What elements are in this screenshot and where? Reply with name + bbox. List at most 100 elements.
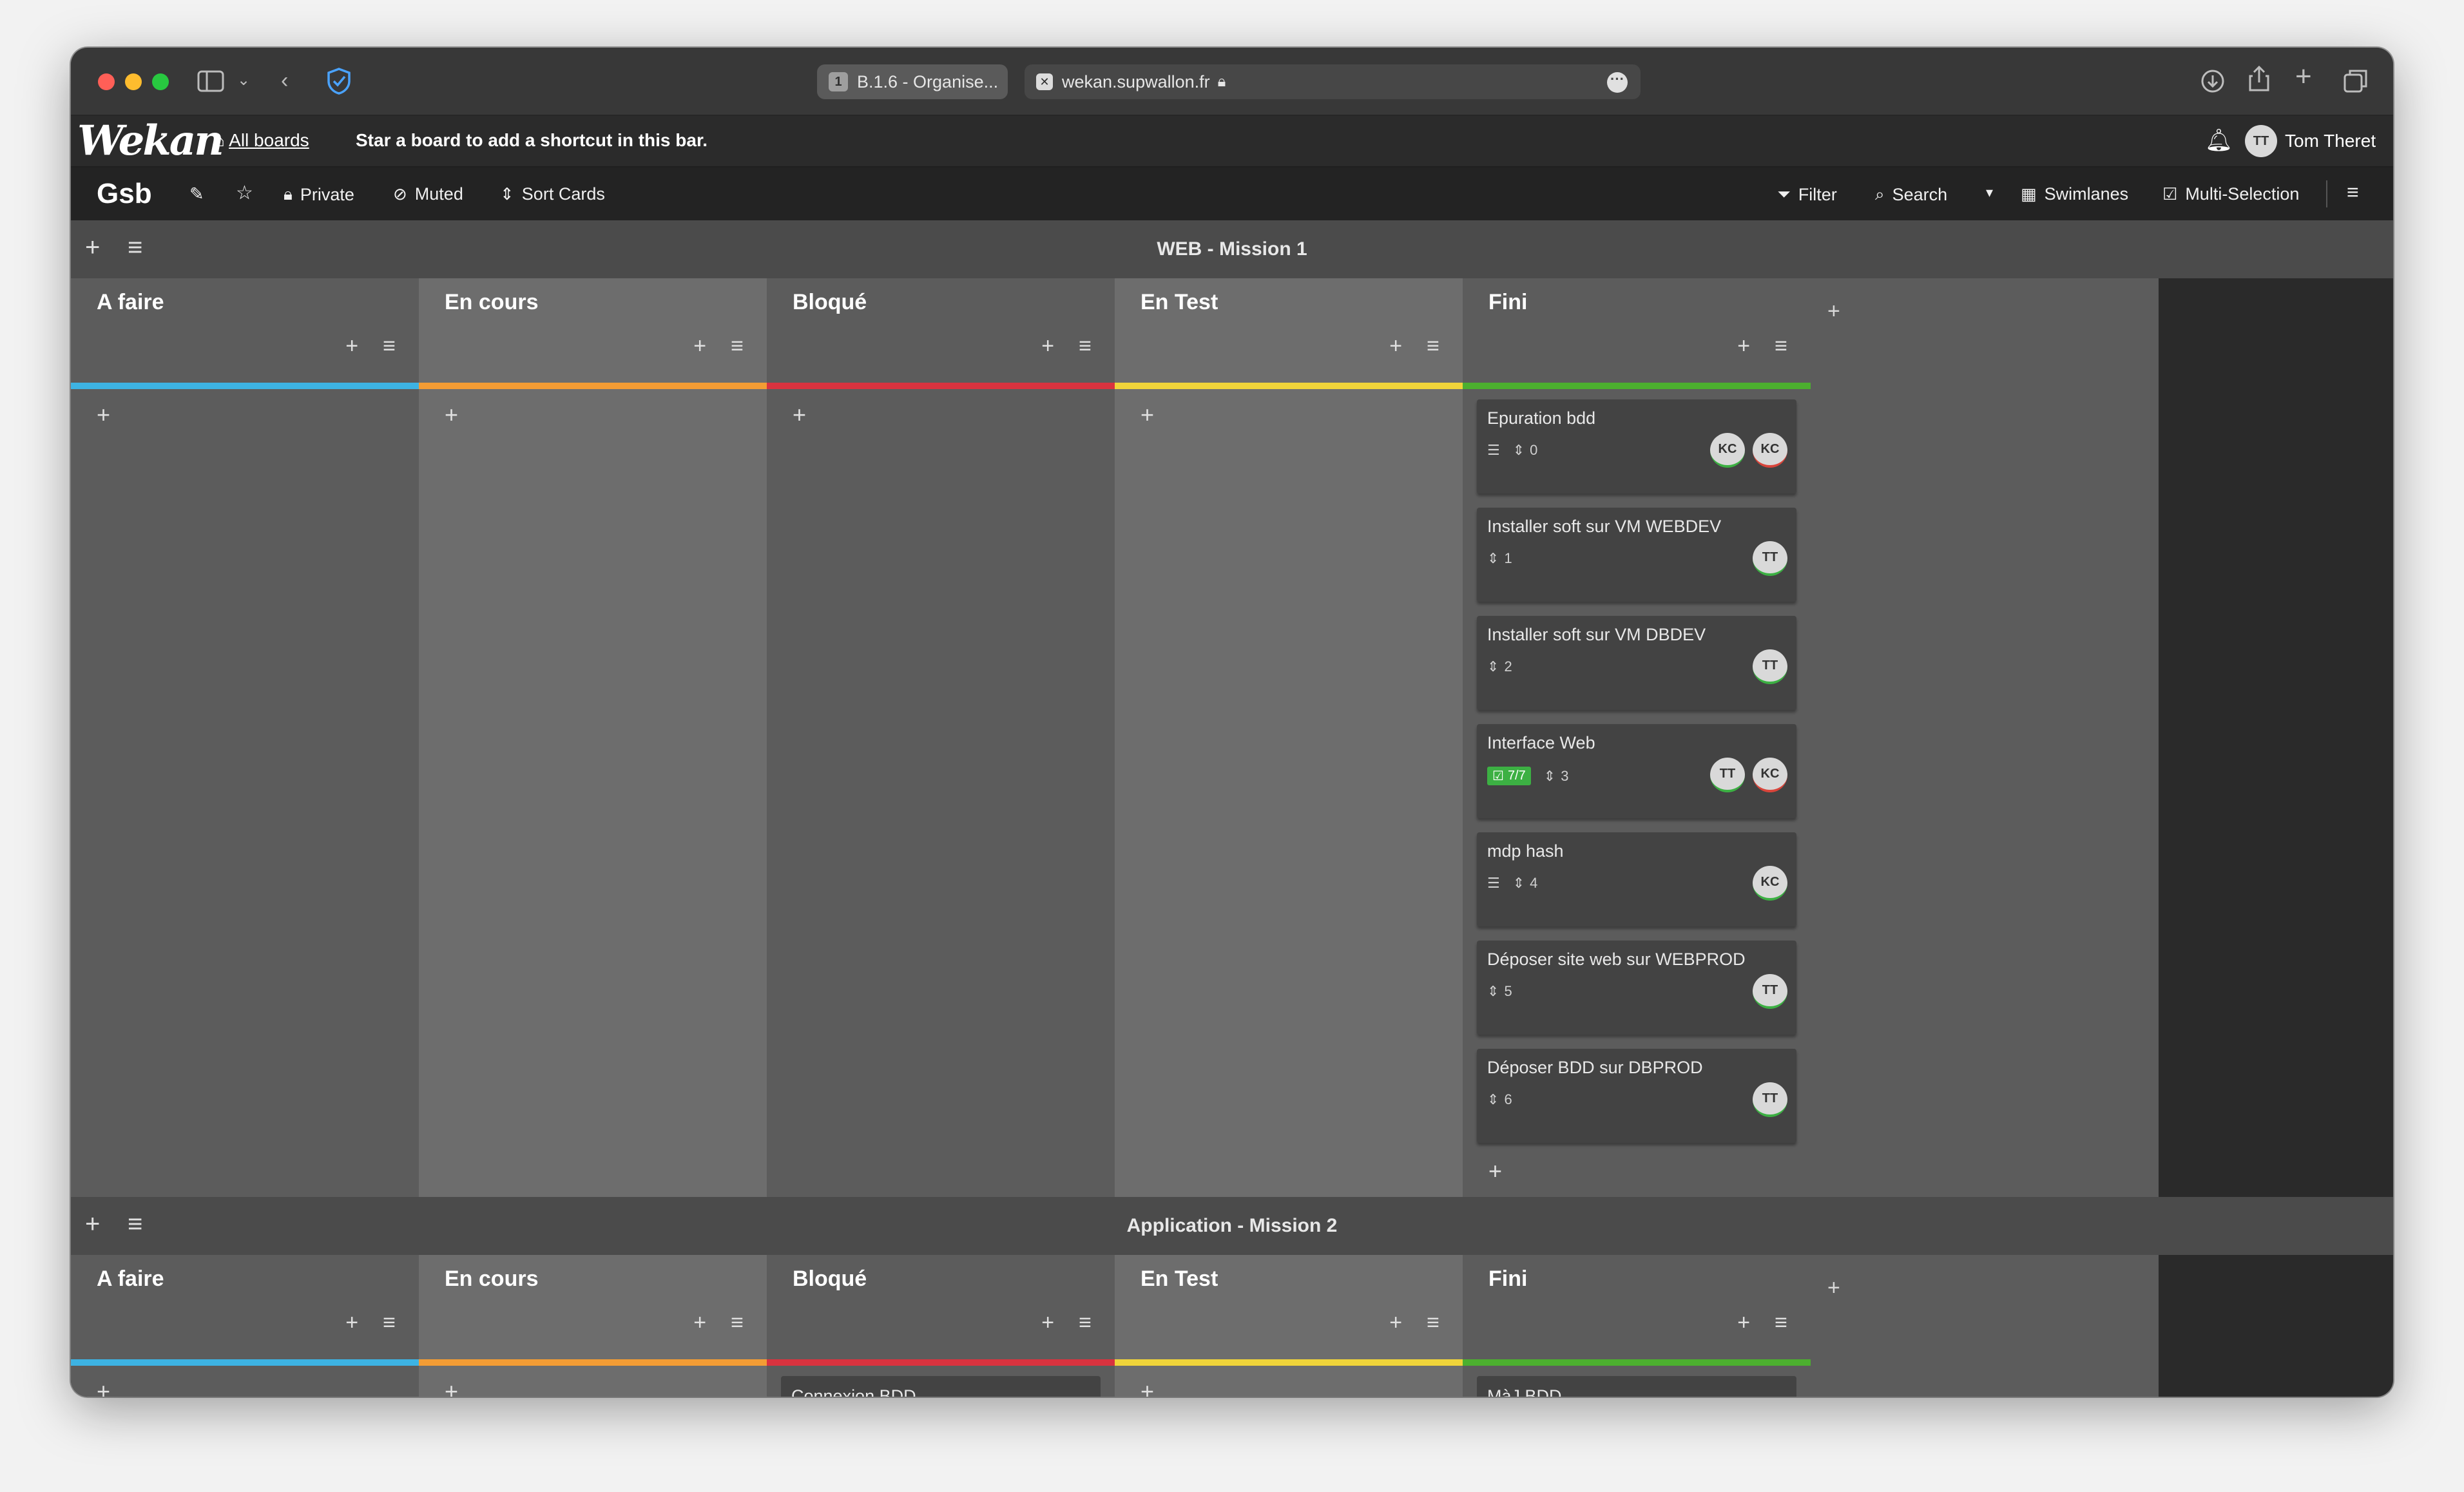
filter-icon: ⏷ xyxy=(1777,184,1791,204)
add-card-plus-icon[interactable]: + xyxy=(1041,334,1054,359)
add-card-plus-icon[interactable]: + xyxy=(693,334,706,359)
search-button[interactable]: ⌕ Search xyxy=(1875,184,1947,205)
list-menu-hamburger-icon[interactable]: ≡ xyxy=(1775,1310,1787,1335)
card-member-avatar[interactable]: TT xyxy=(1710,758,1745,792)
list-color-stripe xyxy=(419,383,767,389)
add-card-plus-icon[interactable]: + xyxy=(1737,1310,1750,1335)
add-card-plus-icon[interactable]: + xyxy=(1141,403,1154,426)
minimize-window-button[interactable] xyxy=(125,73,142,90)
list-en-test: En Test + ≡ + xyxy=(1115,278,1463,1197)
card[interactable]: Connexion BDD xyxy=(781,1376,1101,1397)
multi-selection-button[interactable]: ☑ Multi-Selection xyxy=(2162,184,2299,204)
card[interactable]: Déposer site web sur WEBPROD ⇕ 5 TT xyxy=(1477,941,1796,1035)
bell-icon[interactable]: 🔔︎ xyxy=(2205,128,2233,153)
add-list-plus-icon[interactable]: + xyxy=(1827,1276,1840,1301)
lock-icon: 🔒︎ xyxy=(284,184,293,204)
add-card-plus-icon[interactable]: + xyxy=(345,334,358,359)
add-card-plus-icon[interactable]: + xyxy=(1141,1380,1154,1397)
checklist-icon: ☑ xyxy=(1492,769,1504,783)
add-card-plus-icon[interactable]: + xyxy=(693,1310,706,1335)
search-icon: ⌕ xyxy=(1875,184,1885,204)
board-menu-hamburger-icon[interactable]: ≡ xyxy=(2347,180,2359,204)
new-tab-plus-icon[interactable]: + xyxy=(2295,62,2312,91)
chevron-down-icon[interactable]: ⌄ xyxy=(237,70,250,91)
address-bar[interactable]: ✕ wekan.supwallon.fr 🔒︎ ··· xyxy=(1025,64,1641,99)
card[interactable]: Installer soft sur VM WEBDEV ⇕ 1 TT xyxy=(1477,508,1796,602)
view-switcher-caret-icon[interactable]: ▾ xyxy=(1986,184,1993,201)
card-member-avatar[interactable]: KC xyxy=(1710,433,1745,468)
card-sort-index: 1 xyxy=(1504,550,1512,566)
card-member-avatar[interactable]: KC xyxy=(1753,758,1787,792)
card-member-avatar[interactable]: TT xyxy=(1753,649,1787,684)
list-color-stripe xyxy=(1115,383,1463,389)
card[interactable]: Installer soft sur VM DBDEV ⇕ 2 TT xyxy=(1477,616,1796,710)
visibility-private-button[interactable]: 🔒︎ Private xyxy=(284,184,354,205)
more-options-icon[interactable]: ··· xyxy=(1607,72,1628,93)
swimlanes-view-button[interactable]: ▦ Swimlanes xyxy=(2021,184,2128,204)
tab-overview-icon[interactable] xyxy=(2343,68,2369,94)
list-menu-hamburger-icon[interactable]: ≡ xyxy=(1079,1310,1092,1335)
list-menu-hamburger-icon[interactable]: ≡ xyxy=(731,334,744,359)
list-menu-hamburger-icon[interactable]: ≡ xyxy=(1427,334,1439,359)
shield-check-icon[interactable] xyxy=(326,67,352,95)
list-menu-hamburger-icon[interactable]: ≡ xyxy=(1079,334,1092,359)
card-sort-index: 2 xyxy=(1504,658,1512,674)
list-color-stripe xyxy=(71,383,419,389)
add-card-plus-icon[interactable]: + xyxy=(1737,334,1750,359)
browser-window: ⌄ ‹ 1 B.1.6 - Organise... ✕ wekan.supwal… xyxy=(71,48,2393,1397)
card[interactable]: Epuration bdd ☰ ⇕ 0 KC KC xyxy=(1477,399,1796,493)
muted-button[interactable]: ⊘ Muted xyxy=(393,184,463,204)
card-title: Interface Web xyxy=(1487,733,1595,752)
card-member-avatar[interactable]: TT xyxy=(1753,974,1787,1009)
add-card-plus-icon[interactable]: + xyxy=(445,403,458,426)
tab-active[interactable]: 1 B.1.6 - Organise... xyxy=(817,64,1008,99)
divider xyxy=(2326,180,2327,207)
card-title: Déposer site web sur WEBPROD xyxy=(1487,950,1746,969)
zoom-window-button[interactable] xyxy=(152,73,169,90)
board-title[interactable]: Gsb xyxy=(97,178,152,210)
card-member-avatar[interactable]: TT xyxy=(1753,1082,1787,1117)
star-board-icon[interactable]: ☆ xyxy=(236,182,253,204)
add-card-plus-icon[interactable]: + xyxy=(1041,1310,1054,1335)
card-member-avatar[interactable]: KC xyxy=(1753,433,1787,468)
card[interactable]: Déposer BDD sur DBPROD ⇕ 6 TT xyxy=(1477,1049,1796,1143)
list-color-stripe xyxy=(767,383,1115,389)
add-card-plus-icon[interactable]: + xyxy=(1389,1310,1402,1335)
sort-cards-button[interactable]: ⇕ Sort Cards xyxy=(500,184,605,204)
add-card-plus-icon[interactable]: + xyxy=(97,1380,110,1397)
share-icon[interactable] xyxy=(2247,64,2271,93)
sort-icon: ⇕ xyxy=(1543,767,1556,784)
card[interactable]: Interface Web ☑ 7/7 ⇕ 3 TT KC xyxy=(1477,724,1796,818)
list-color-stripe xyxy=(1463,1359,1811,1366)
user-menu[interactable]: TT Tom Theret xyxy=(2245,125,2376,157)
list-title: En cours xyxy=(445,290,539,314)
card[interactable]: mdp hash ☰ ⇕ 4 KC xyxy=(1477,832,1796,926)
list-menu-hamburger-icon[interactable]: ≡ xyxy=(1427,1310,1439,1335)
add-card-plus-icon[interactable]: + xyxy=(445,1380,458,1397)
card[interactable]: MàJ BDD xyxy=(1477,1376,1796,1397)
add-card-plus-icon[interactable]: + xyxy=(345,1310,358,1335)
add-card-plus-icon[interactable]: + xyxy=(97,403,110,426)
all-boards-link[interactable]: ⌂ All boards xyxy=(214,130,309,151)
add-card-plus-icon[interactable]: + xyxy=(793,403,806,426)
list-menu-hamburger-icon[interactable]: ≡ xyxy=(731,1310,744,1335)
add-card-plus-icon[interactable]: + xyxy=(1389,334,1402,359)
list-menu-hamburger-icon[interactable]: ≡ xyxy=(383,334,396,359)
list-menu-hamburger-icon[interactable]: ≡ xyxy=(1775,334,1787,359)
swimlane-title: Application - Mission 2 xyxy=(1126,1215,1338,1236)
wekan-logo[interactable]: Wekan xyxy=(77,120,224,162)
list-color-stripe xyxy=(767,1359,1115,1366)
card-sort-index: 3 xyxy=(1561,767,1569,784)
back-arrow-icon[interactable]: ‹ xyxy=(281,70,288,91)
add-card-plus-icon[interactable]: + xyxy=(1488,1160,1502,1183)
edit-board-icon[interactable]: ✎ xyxy=(189,184,204,204)
download-icon[interactable] xyxy=(2200,68,2226,94)
list-menu-hamburger-icon[interactable]: ≡ xyxy=(383,1310,396,1335)
sort-icon: ⇕ xyxy=(1487,550,1499,566)
add-list-plus-icon[interactable]: + xyxy=(1827,299,1840,324)
filter-button[interactable]: ⏷ Filter xyxy=(1777,184,1837,205)
card-member-avatar[interactable]: KC xyxy=(1753,866,1787,901)
card-member-avatar[interactable]: TT xyxy=(1753,541,1787,576)
sidebar-toggle-icon[interactable] xyxy=(197,70,226,93)
close-window-button[interactable] xyxy=(98,73,115,90)
